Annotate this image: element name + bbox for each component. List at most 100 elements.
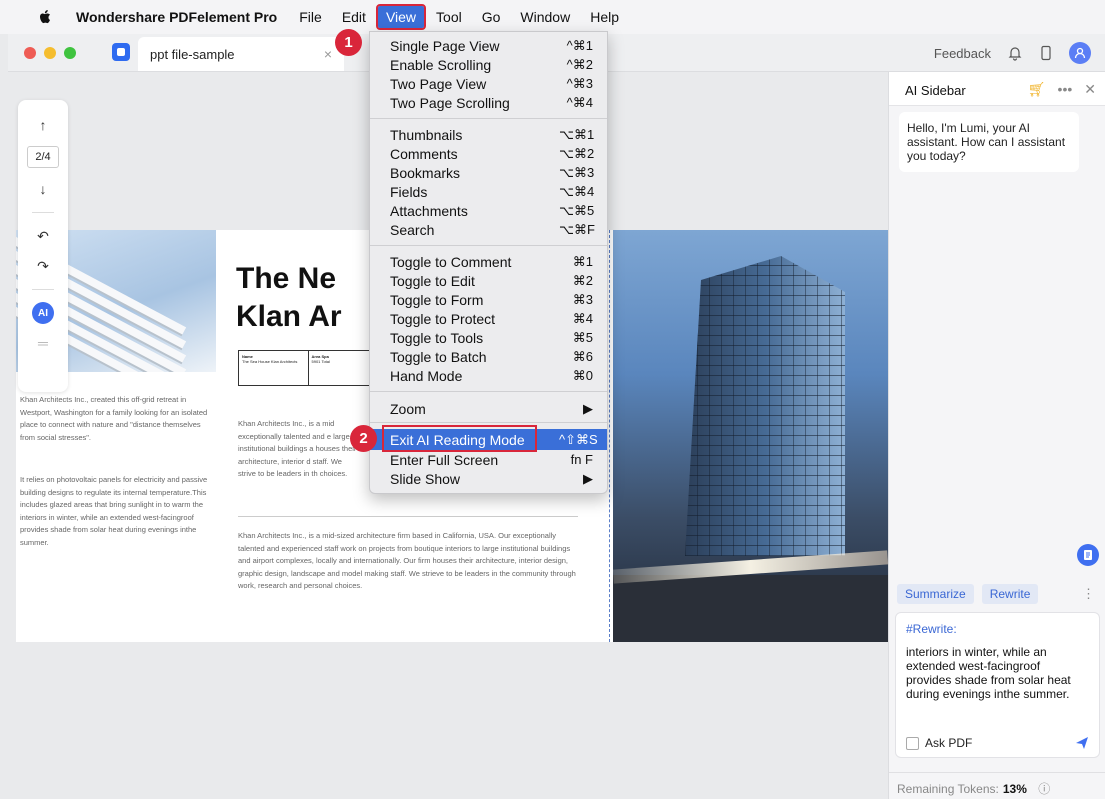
cart-icon[interactable]: 🛒︎ — [1028, 81, 1046, 98]
menu-item-shortcut: ⌥⌘F — [559, 221, 595, 237]
menu-item-hand-mode[interactable]: Hand Mode ⌘0 — [370, 366, 607, 385]
page-indicator[interactable]: 2/4 — [27, 146, 59, 168]
menu-item-label: Bookmarks — [390, 164, 461, 181]
rotate-right-icon[interactable]: ↷ — [28, 251, 58, 281]
menu-item-label: Toggle to Comment — [390, 253, 512, 270]
menu-item-toggle-form[interactable]: Toggle to Form ⌘3 — [370, 290, 607, 309]
menu-item-single-page-view[interactable]: Single Page View ^⌘1 — [370, 36, 607, 55]
menu-item-shortcut: ⌥⌘4 — [559, 183, 595, 199]
rewrite-chip[interactable]: Rewrite — [981, 584, 1039, 604]
menu-item-shortcut: ⌘4 — [572, 310, 593, 326]
menu-item-toggle-comment[interactable]: Toggle to Comment ⌘1 — [370, 252, 607, 271]
app-menu[interactable]: Wondershare PDFelement Pro — [68, 6, 285, 28]
menu-item-toggle-edit[interactable]: Toggle to Edit ⌘2 — [370, 271, 607, 290]
menu-item-label: Toggle to Edit — [390, 272, 475, 289]
more-icon[interactable]: ••• — [1058, 81, 1073, 98]
ask-pdf-checkbox[interactable] — [906, 736, 919, 750]
prompt-composer[interactable]: #Rewrite: interiors in winter, while an … — [895, 612, 1100, 758]
close-tab-icon[interactable]: × — [324, 46, 332, 62]
close-icon[interactable]: ✕ — [1084, 81, 1096, 98]
menu-item-enter-full-screen[interactable]: Enter Full Screen fn F — [370, 450, 607, 469]
menu-item-enable-scrolling[interactable]: Enable Scrolling ^⌘2 — [370, 55, 607, 74]
ai-button[interactable]: AI — [28, 298, 58, 328]
menu-item-slide-show[interactable]: Slide Show ▶ — [370, 469, 607, 488]
document-tab-title: ppt file-sample — [150, 47, 235, 62]
close-window-button[interactable] — [24, 47, 36, 59]
menu-item-bookmarks[interactable]: Bookmarks ⌥⌘3 — [370, 163, 607, 182]
menu-item-shortcut: ⌥⌘2 — [559, 145, 595, 161]
menu-item-fields[interactable]: Fields ⌥⌘4 — [370, 182, 607, 201]
menu-item-thumbnails[interactable]: Thumbnails ⌥⌘1 — [370, 125, 607, 144]
menu-item-toggle-tools[interactable]: Toggle to Tools ⌘5 — [370, 328, 607, 347]
minimize-window-button[interactable] — [44, 47, 56, 59]
submenu-arrow-icon: ▶ — [583, 400, 593, 416]
info-table: Name The Sea House Klan Architects Area S… — [238, 350, 378, 386]
apple-icon[interactable] — [36, 8, 54, 26]
document-icon — [1084, 550, 1092, 560]
menu-item-label: Fields — [390, 183, 428, 200]
toolbar-divider — [32, 289, 54, 290]
table-cell-name: The Sea House Klan Architects — [242, 359, 298, 364]
ai-icon: AI — [32, 302, 54, 324]
menu-window[interactable]: Window — [512, 6, 578, 28]
arrow-down-icon[interactable]: ↓ — [28, 174, 58, 204]
avatar[interactable] — [1069, 42, 1091, 64]
menu-help[interactable]: Help — [582, 6, 627, 28]
ask-pdf-toggle[interactable]: Ask PDF — [906, 736, 972, 750]
menu-view[interactable]: View — [375, 4, 427, 30]
menu-item-shortcut: ⌥⌘1 — [559, 126, 595, 142]
rotate-left-icon[interactable]: ↶ — [28, 221, 58, 251]
menu-item-label: Search — [390, 221, 435, 238]
document-tab[interactable]: ppt file-sample × — [138, 37, 344, 71]
menu-item-search[interactable]: Search ⌥⌘F — [370, 220, 607, 239]
menu-item-label: Single Page View — [390, 37, 500, 54]
mid-paragraph-2: Khan Architects Inc., is a mid-sized arc… — [238, 531, 576, 590]
feedback-button[interactable]: Feedback — [934, 46, 991, 61]
selection-guide — [609, 230, 610, 642]
summarize-chip[interactable]: Summarize — [897, 584, 974, 604]
menu-separator — [370, 118, 607, 119]
menu-go[interactable]: Go — [474, 6, 509, 28]
more-vertical-icon[interactable]: ⋮ — [1082, 586, 1095, 602]
menu-item-label: Toggle to Batch — [390, 348, 487, 365]
menu-item-label: Zoom — [390, 400, 426, 417]
menu-item-shortcut: ⌥⌘3 — [559, 164, 595, 180]
menu-item-toggle-batch[interactable]: Toggle to Batch ⌘6 — [370, 347, 607, 366]
info-icon[interactable]: ⓘ — [1038, 782, 1050, 796]
remaining-tokens: Remaining Tokens: 13% ⓘ — [889, 772, 1105, 799]
send-icon[interactable] — [1075, 736, 1089, 750]
menu-item-comments[interactable]: Comments ⌥⌘2 — [370, 144, 607, 163]
chat-history-button[interactable] — [1077, 544, 1099, 566]
headline-line-2: Klan Ar — [236, 300, 342, 333]
menu-separator — [370, 245, 607, 246]
menu-item-two-page-view[interactable]: Two Page View ^⌘3 — [370, 74, 607, 93]
menu-item-two-page-scrolling[interactable]: Two Page Scrolling ^⌘4 — [370, 93, 607, 112]
left-paragraph-1: Khan Architects Inc., created this off-g… — [20, 395, 208, 442]
menu-lines-icon[interactable]: ═ — [28, 328, 58, 358]
arrow-up-icon[interactable]: ↑ — [28, 110, 58, 140]
menu-item-label: Enter Full Screen — [390, 451, 499, 468]
page-nav-toolbar: ↑ 2/4 ↓ ↶ ↷ AI ═ — [18, 100, 68, 392]
menu-item-shortcut: ⌘3 — [572, 291, 593, 307]
menu-edit[interactable]: Edit — [334, 6, 374, 28]
menu-file[interactable]: File — [291, 6, 330, 28]
menu-item-shortcut: ^⇧⌘S — [559, 431, 598, 447]
submenu-arrow-icon: ▶ — [583, 470, 593, 486]
menu-item-label: Toggle to Protect — [390, 310, 496, 327]
menu-item-attachments[interactable]: Attachments ⌥⌘5 — [370, 201, 607, 220]
bell-icon[interactable] — [1007, 45, 1023, 61]
menu-item-zoom[interactable]: Zoom ▶ — [370, 399, 607, 418]
window-controls — [24, 47, 76, 59]
menu-item-label: Slide Show — [390, 470, 461, 487]
menu-item-shortcut: ^⌘2 — [566, 56, 593, 72]
menu-item-shortcut: ⌘1 — [572, 253, 593, 269]
zoom-window-button[interactable] — [64, 47, 76, 59]
assistant-greeting: Hello, I'm Lumi, your AI assistant. How … — [899, 112, 1079, 172]
menu-item-label: Toggle to Form — [390, 291, 484, 308]
prompt-input[interactable]: interiors in winter, while an extended w… — [906, 645, 1086, 701]
menu-tool[interactable]: Tool — [428, 6, 470, 28]
device-icon[interactable] — [1039, 45, 1053, 61]
menu-item-shortcut: ⌥⌘5 — [559, 202, 595, 218]
menu-item-shortcut: fn F — [570, 452, 593, 467]
menu-item-toggle-protect[interactable]: Toggle to Protect ⌘4 — [370, 309, 607, 328]
